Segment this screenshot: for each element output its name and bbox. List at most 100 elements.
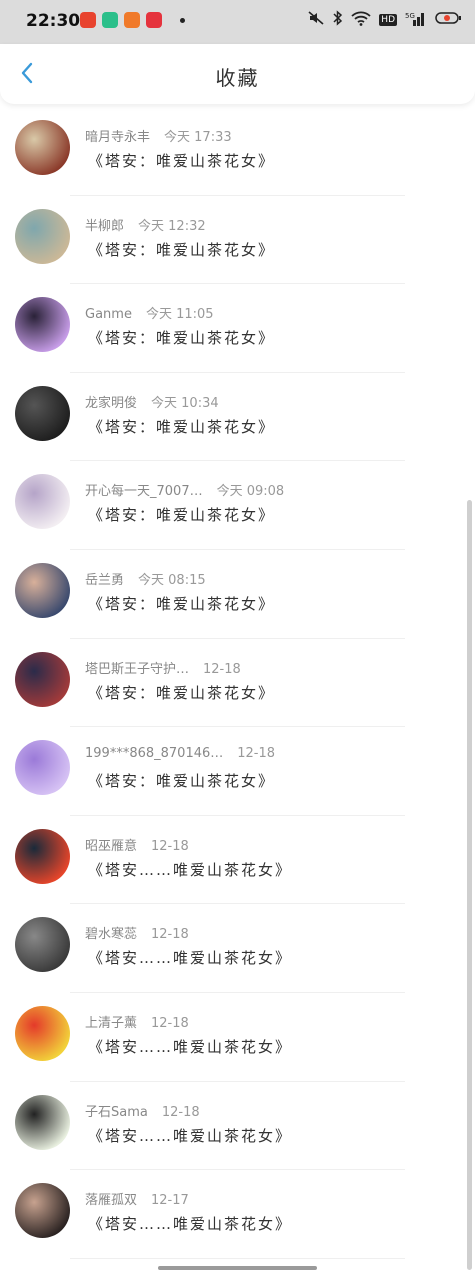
list-item[interactable]: 开心每一天_7007… 今天 09:08 《塔安：唯爱山茶花女》 (0, 461, 475, 550)
user-name[interactable]: 龙家明俊 (85, 396, 137, 411)
user-name[interactable]: 199***868_870146… (85, 746, 223, 761)
book-title[interactable]: 《塔安：唯爱山茶花女》 (88, 770, 275, 791)
user-meta: 龙家明俊 今天 10:34 (85, 392, 219, 411)
book-title[interactable]: 《塔安……唯爱山茶花女》 (88, 1036, 292, 1057)
avatar[interactable] (15, 120, 70, 175)
book-title[interactable]: 《塔安：唯爱山茶花女》 (88, 150, 275, 171)
divider (70, 1257, 405, 1259)
scrollbar[interactable] (467, 500, 472, 1270)
timestamp: 今天 17:33 (164, 130, 232, 145)
list-item[interactable]: Ganme 今天 11:05 《塔安：唯爱山茶花女》 (0, 284, 475, 373)
list-item[interactable]: 上清子薰 12-18 《塔安……唯爱山茶花女》 (0, 993, 475, 1082)
system-icons: HD 5G (307, 10, 463, 30)
camera-app-icon (102, 12, 118, 28)
timestamp: 12-18 (151, 1015, 189, 1031)
list-item[interactable]: 199***868_870146… 12-18 《塔安：唯爱山茶花女》 (0, 727, 475, 816)
avatar[interactable] (15, 917, 70, 973)
user-name[interactable]: 暗月寺永丰 (85, 130, 150, 145)
book-title[interactable]: 《塔安……唯爱山茶花女》 (88, 859, 292, 880)
user-meta: 开心每一天_7007… 今天 09:08 (85, 480, 284, 499)
user-meta: 半柳郎 今天 12:32 (85, 215, 206, 234)
user-meta: 上清子薰 12-18 (85, 1012, 189, 1031)
user-name[interactable]: 碧水寒蕊 (85, 927, 137, 942)
book-title[interactable]: 《塔安：唯爱山茶花女》 (88, 327, 275, 348)
avatar[interactable] (15, 385, 70, 441)
svg-text:5G: 5G (405, 12, 415, 20)
timestamp: 今天 12:32 (138, 218, 206, 234)
book-title[interactable]: 《塔安……唯爱山茶花女》 (88, 1125, 292, 1146)
avatar[interactable] (15, 208, 70, 264)
user-name[interactable]: 子石Sama (85, 1105, 148, 1120)
book-title[interactable]: 《塔安：唯爱山茶花女》 (88, 239, 275, 260)
avatar[interactable] (15, 828, 70, 884)
timestamp: 12-18 (161, 1104, 200, 1120)
list-item[interactable]: 半柳郎 今天 12:32 《塔安：唯爱山茶花女》 (0, 196, 475, 285)
page-title: 收藏 (215, 66, 260, 90)
user-name[interactable]: Ganme (85, 307, 132, 322)
user-meta: 暗月寺永丰 今天 17:33 (85, 126, 232, 145)
user-meta: 塔巴斯王子守护… 12-18 (85, 658, 241, 677)
user-name[interactable]: 开心每一天_7007… (85, 484, 203, 499)
user-meta: 碧水寒蕊 12-18 (85, 923, 189, 942)
pinduoduo-app-icon (146, 12, 162, 28)
taobao-app-icon (124, 12, 140, 28)
user-name[interactable]: 岳兰勇 (85, 573, 124, 588)
status-bar: 22:30 HD 5G (0, 0, 475, 44)
user-name[interactable]: 昭巫雁意 (85, 839, 137, 854)
avatar[interactable] (15, 474, 70, 530)
timestamp: 今天 10:34 (151, 395, 219, 411)
book-title[interactable]: 《塔安……唯爱山茶花女》 (88, 947, 292, 968)
list-item[interactable]: 落雁孤双 12-17 《塔安……唯爱山茶花女》 (0, 1170, 475, 1259)
favorites-list[interactable]: 暗月寺永丰 今天 17:33 《塔安：唯爱山茶花女》 半柳郎 今天 12:32 《塔安：唯… (0, 107, 475, 1259)
user-name[interactable]: 塔巴斯王子守护… (85, 662, 189, 677)
user-meta: 落雁孤双 12-17 (85, 1189, 189, 1208)
battery-icon (435, 10, 463, 30)
timestamp: 今天 11:05 (145, 307, 214, 323)
user-meta: Ganme 今天 11:05 (85, 303, 214, 322)
user-name[interactable]: 半柳郎 (85, 219, 124, 234)
user-meta: 昭巫雁意 12-18 (85, 835, 189, 854)
timestamp: 12-18 (203, 661, 241, 677)
hd-icon: HD (379, 14, 397, 26)
mute-icon (307, 10, 325, 30)
status-time: 22:30 (26, 11, 81, 31)
bluetooth-icon (333, 10, 343, 30)
user-meta: 岳兰勇 今天 08:15 (85, 569, 206, 588)
user-meta: 子石Sama 12-18 (85, 1101, 200, 1120)
list-item[interactable]: 塔巴斯王子守护… 12-18 《塔安：唯爱山茶花女》 (0, 639, 475, 728)
list-item[interactable]: 子石Sama 12-18 《塔安……唯爱山茶花女》 (0, 1082, 475, 1171)
notification-app-icons (80, 12, 185, 28)
signal-icon: 5G (405, 10, 427, 30)
user-name[interactable]: 落雁孤双 (85, 1193, 137, 1208)
user-meta: 199***868_870146… 12-18 (85, 746, 275, 761)
book-title[interactable]: 《塔安……唯爱山茶花女》 (88, 1213, 292, 1234)
list-item[interactable]: 暗月寺永丰 今天 17:33 《塔安：唯爱山茶花女》 (0, 107, 475, 196)
avatar[interactable] (15, 651, 70, 707)
list-item[interactable]: 碧水寒蕊 12-18 《塔安……唯爱山茶花女》 (0, 904, 475, 993)
book-title[interactable]: 《塔安：唯爱山茶花女》 (88, 416, 275, 437)
book-title[interactable]: 《塔安：唯爱山茶花女》 (88, 682, 275, 703)
book-title[interactable]: 《塔安：唯爱山茶花女》 (88, 593, 275, 614)
avatar[interactable] (15, 562, 70, 618)
book-title[interactable]: 《塔安：唯爱山茶花女》 (88, 504, 275, 525)
avatar[interactable] (15, 1094, 70, 1150)
list-item[interactable]: 龙家明俊 今天 10:34 《塔安：唯爱山茶花女》 (0, 373, 475, 462)
timestamp: 12-18 (151, 838, 189, 854)
wifi-icon (351, 10, 371, 30)
more-notifications-dot (180, 17, 185, 23)
user-name[interactable]: 上清子薰 (85, 1016, 137, 1031)
list-item[interactable]: 岳兰勇 今天 08:15 《塔安：唯爱山茶花女》 (0, 550, 475, 639)
news-app-icon (80, 12, 96, 28)
avatar[interactable] (15, 297, 70, 353)
home-indicator[interactable] (158, 1266, 317, 1270)
timestamp: 今天 08:15 (138, 572, 206, 588)
avatar[interactable] (15, 1183, 70, 1239)
timestamp: 12-17 (151, 1193, 189, 1209)
avatar[interactable] (15, 1005, 70, 1061)
list-item[interactable]: 昭巫雁意 12-18 《塔安……唯爱山茶花女》 (0, 816, 475, 905)
header-bar: 收藏 (0, 44, 475, 104)
avatar[interactable] (15, 740, 70, 796)
timestamp: 12-18 (237, 746, 276, 762)
timestamp: 12-18 (151, 927, 189, 943)
timestamp: 今天 09:08 (216, 484, 285, 500)
